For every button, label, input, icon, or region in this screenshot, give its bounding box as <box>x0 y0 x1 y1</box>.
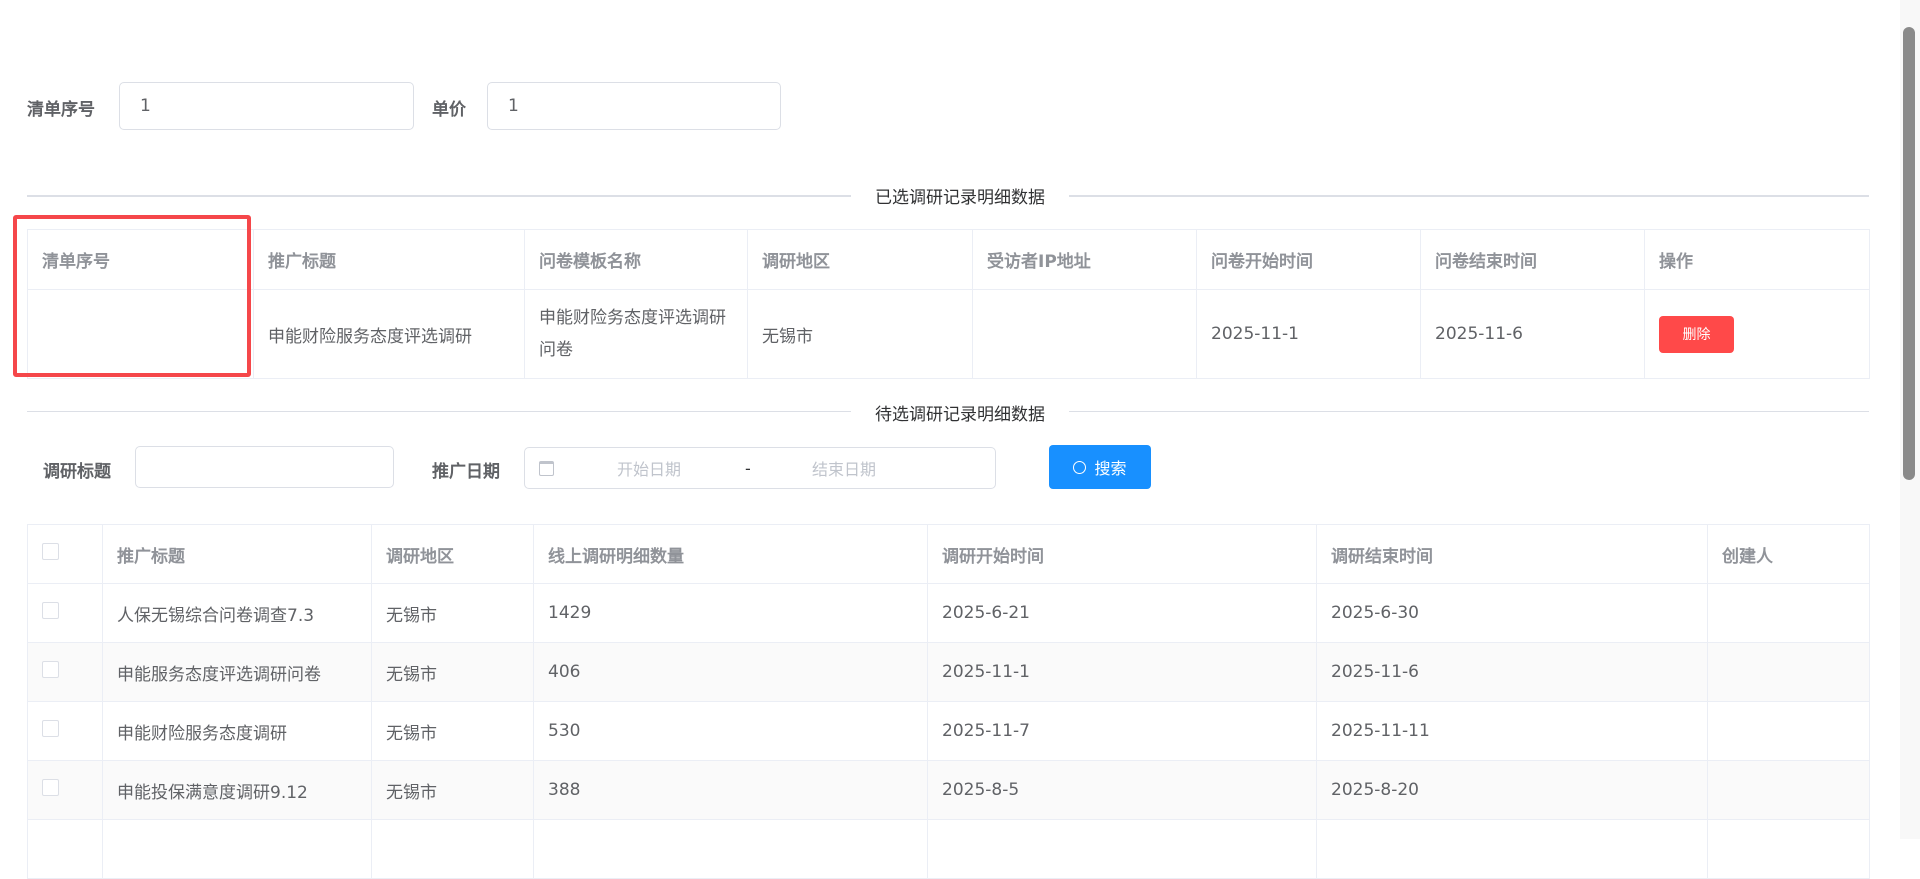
select-all-checkbox[interactable] <box>42 543 59 560</box>
cell-title: 申能财险服务态度评选调研 <box>253 289 525 379</box>
cell-title: 申能投保满意度调研9.12 <box>102 760 372 820</box>
row-checkbox[interactable] <box>42 661 59 678</box>
cell-ip <box>972 289 1197 379</box>
row-checkbox[interactable] <box>42 720 59 737</box>
cell-creator <box>1707 642 1870 702</box>
search-button[interactable]: 搜索 <box>1049 445 1151 489</box>
survey-title-input[interactable] <box>135 446 394 488</box>
cell-region: 无锡市 <box>371 701 534 761</box>
cell-end: 2025-8-20 <box>1316 760 1708 820</box>
promo-date-label: 推广日期 <box>432 462 500 482</box>
col-header: 推广标题 <box>102 524 372 584</box>
cell-start: 2025-6-21 <box>927 583 1317 643</box>
pending-table: 推广标题 调研地区 线上调研明细数量 调研开始时间 调研结束时间 创建人 人保无… <box>27 524 1870 879</box>
col-header: 创建人 <box>1707 524 1870 584</box>
col-header: 问卷开始时间 <box>1196 229 1421 290</box>
scrollbar[interactable] <box>1900 0 1920 839</box>
row-checkbox[interactable] <box>42 602 59 619</box>
pending-section-title: 待选调研记录明细数据 <box>851 400 1069 425</box>
end-date-input[interactable]: 结束日期 <box>812 456 876 480</box>
cell-start: 2025-11-1 <box>927 642 1317 702</box>
price-label: 单价 <box>432 100 466 120</box>
col-header: 受访者IP地址 <box>972 229 1197 290</box>
delete-button[interactable]: 删除 <box>1659 315 1734 353</box>
table-row: 人保无锡综合问卷调查7.3 无锡市 1429 2025-6-21 2025-6-… <box>27 583 1870 643</box>
table-row: 申能财险服务态度调研 无锡市 530 2025-11-7 2025-11-11 <box>27 701 1870 761</box>
col-header: 操作 <box>1644 229 1870 290</box>
calendar-icon <box>539 460 554 476</box>
cell-start: 2025-11-1 <box>1196 289 1421 379</box>
col-header: 推广标题 <box>253 229 525 290</box>
cell-region: 无锡市 <box>371 583 534 643</box>
date-separator: - <box>745 458 751 478</box>
cell-creator <box>1707 583 1870 643</box>
selected-table: 清单序号 推广标题 问卷模板名称 调研地区 受访者IP地址 问卷开始时间 问卷结… <box>27 229 1870 379</box>
cell-count: 530 <box>533 701 928 761</box>
cell-count: 1429 <box>533 583 928 643</box>
cell-title: 人保无锡综合问卷调查7.3 <box>102 583 372 643</box>
col-header: 问卷结束时间 <box>1420 229 1645 290</box>
cell-title: 申能财险服务态度调研 <box>102 701 372 761</box>
col-header: 线上调研明细数量 <box>533 524 928 584</box>
date-range-picker[interactable]: 开始日期 - 结束日期 <box>524 447 996 489</box>
highlight-box <box>13 215 251 377</box>
search-icon <box>1073 460 1087 474</box>
cell-count: 388 <box>533 760 928 820</box>
search-label: 搜索 <box>1094 459 1127 478</box>
col-header: 问卷模板名称 <box>524 229 748 290</box>
row-checkbox[interactable] <box>42 779 59 796</box>
cell-title: 申能服务态度评选调研问卷 <box>102 642 372 702</box>
cell-count: 406 <box>533 642 928 702</box>
col-header: 调研地区 <box>371 524 534 584</box>
cell-creator <box>1707 701 1870 761</box>
table-row: 申能服务态度评选调研问卷 无锡市 406 2025-11-1 2025-11-6 <box>27 642 1870 702</box>
cell-template: 申能财险务态度评选调研问卷 <box>524 289 748 379</box>
col-header: 调研开始时间 <box>927 524 1317 584</box>
cell-region: 无锡市 <box>371 760 534 820</box>
scrollbar-thumb[interactable] <box>1903 27 1915 480</box>
cell-end: 2025-11-6 <box>1316 642 1708 702</box>
table-row: 申能财险服务态度评选调研 申能财险务态度评选调研问卷 无锡市 2025-11-1… <box>27 289 1870 379</box>
table-row: 申能投保满意度调研9.12 无锡市 388 2025-8-5 2025-8-20 <box>27 760 1870 820</box>
price-input[interactable]: 1 <box>487 82 781 130</box>
col-header: 调研结束时间 <box>1316 524 1708 584</box>
cell-start: 2025-11-7 <box>927 701 1317 761</box>
selected-section-title: 已选调研记录明细数据 <box>851 183 1069 208</box>
start-date-input[interactable]: 开始日期 <box>617 456 681 480</box>
survey-title-label: 调研标题 <box>43 462 111 482</box>
col-header: 调研地区 <box>747 229 973 290</box>
cell-region: 无锡市 <box>747 289 973 379</box>
cell-start: 2025-8-5 <box>927 760 1317 820</box>
cell-region: 无锡市 <box>371 642 534 702</box>
table-row <box>27 819 1870 879</box>
cell-end: 2025-6-30 <box>1316 583 1708 643</box>
cell-creator <box>1707 760 1870 820</box>
cell-end: 2025-11-11 <box>1316 701 1708 761</box>
list-no-input[interactable]: 1 <box>119 82 414 130</box>
list-no-label: 清单序号 <box>27 100 95 120</box>
cell-end: 2025-11-6 <box>1420 289 1645 379</box>
